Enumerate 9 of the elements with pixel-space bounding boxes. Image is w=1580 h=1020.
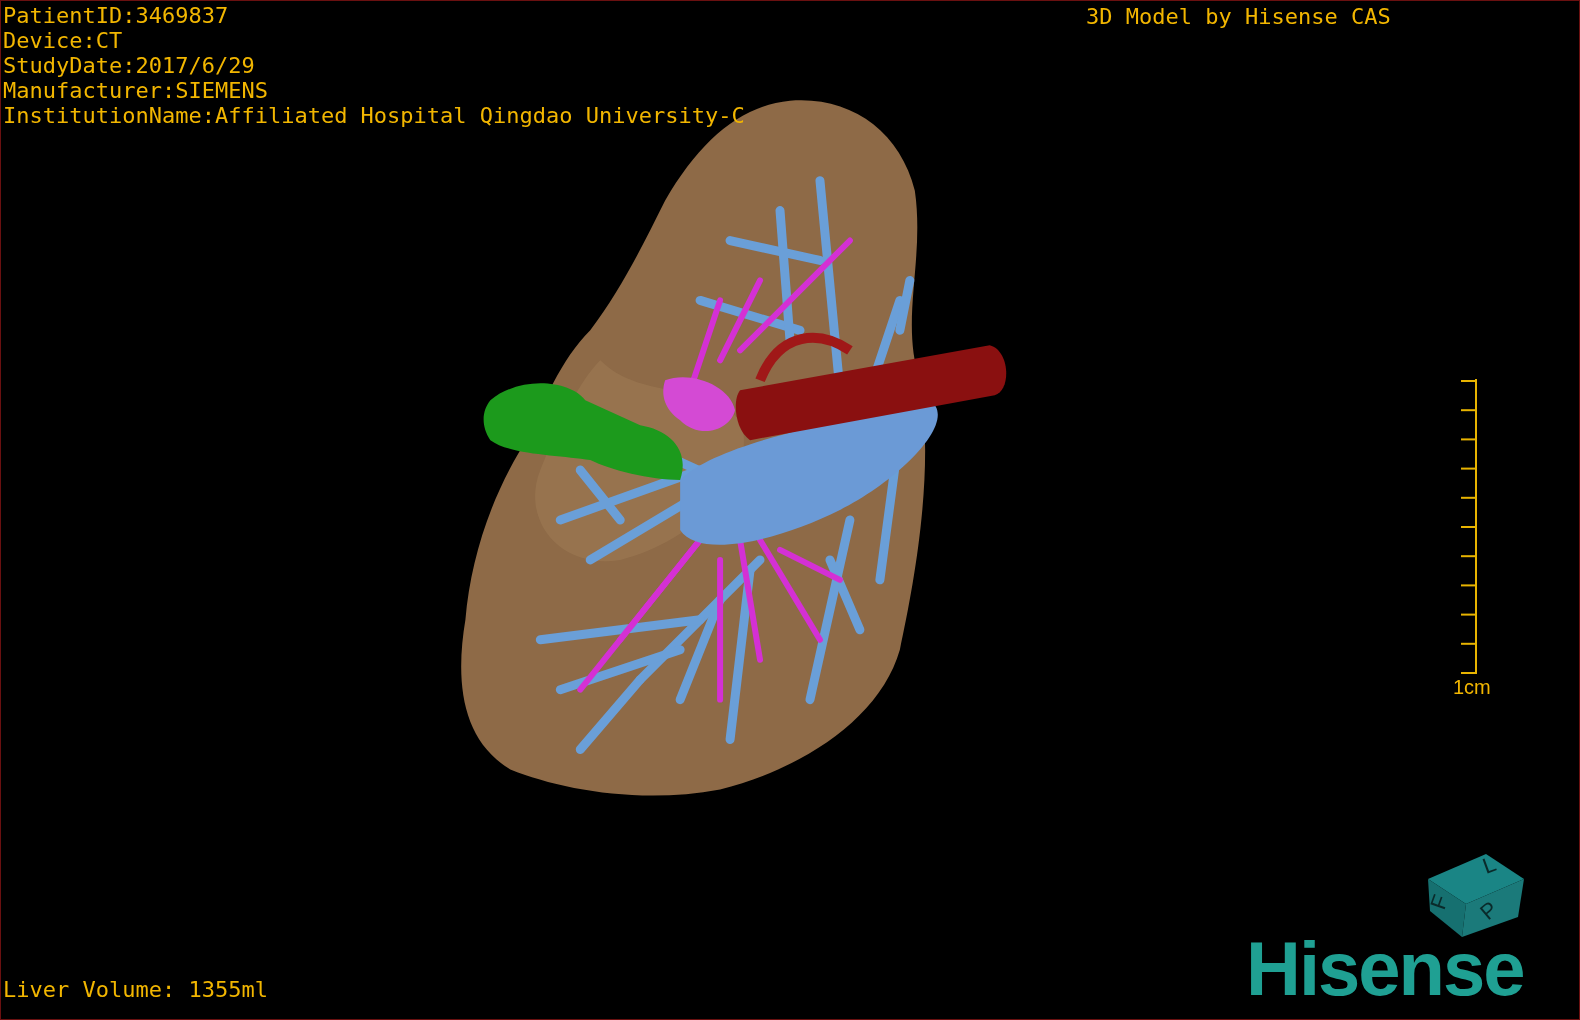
scale-bar-icon	[1458, 379, 1479, 674]
patient-info-text: Manufacturer:SIEMENS	[3, 78, 269, 103]
patient-info-text: StudyDate:2017/6/29	[3, 53, 256, 78]
patient-info-text: PatientID:3469837	[3, 3, 230, 28]
patient-info-text: InstitutionName:Affiliated Hospital Qingdao University-C	[3, 103, 745, 128]
scale-label: 1cm	[1453, 676, 1491, 698]
model-credit-text: 3D Model by Hisense CAS	[1086, 4, 1391, 29]
patient-info-text: Device:CT	[3, 28, 124, 53]
liver-volume-text: Liver Volume: 1355ml	[3, 977, 268, 1002]
